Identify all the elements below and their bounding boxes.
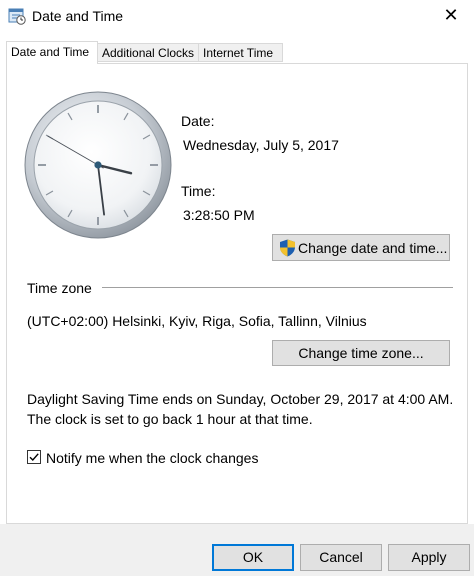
close-button[interactable]: ✕	[428, 0, 474, 32]
date-value: Wednesday, July 5, 2017	[183, 137, 339, 153]
calendar-clock-icon	[8, 7, 26, 25]
notify-checkbox[interactable]	[27, 450, 41, 464]
change-date-and-time-button[interactable]: Change date and time...	[272, 234, 450, 261]
ok-button[interactable]: OK	[212, 544, 294, 571]
date-label: Date:	[181, 113, 215, 129]
dst-notice-line-1: Daylight Saving Time ends on Sunday, Oct…	[27, 391, 454, 407]
close-icon: ✕	[443, 5, 459, 25]
time-zone-heading: Time zone	[27, 280, 92, 296]
apply-button[interactable]: Apply	[388, 544, 470, 571]
time-value: 3:28:50 PM	[183, 207, 255, 223]
dst-notice-line-2: The clock is set to go back 1 hour at th…	[27, 411, 313, 427]
time-zone-value: (UTC+02:00) Helsinki, Kyiv, Riga, Sofia,…	[27, 313, 367, 329]
time-label: Time:	[181, 183, 216, 199]
uac-shield-icon	[279, 239, 296, 257]
tab-additional-clocks[interactable]: Additional Clocks	[97, 43, 199, 62]
time-zone-divider	[102, 287, 453, 288]
tab-panel: Date: Wednesday, July 5, 2017 Time: 3:28…	[6, 63, 468, 524]
change-date-and-time-label: Change date and time...	[298, 240, 448, 256]
cancel-button[interactable]: Cancel	[300, 544, 382, 571]
notify-label[interactable]: Notify me when the clock changes	[46, 450, 258, 466]
dialog-footer: OK Cancel Apply	[0, 524, 474, 576]
title-bar: Date and Time ✕	[0, 0, 474, 32]
analog-clock	[24, 91, 172, 239]
tab-internet-time[interactable]: Internet Time	[198, 43, 283, 62]
checkmark-icon	[29, 453, 39, 462]
change-time-zone-button[interactable]: Change time zone...	[272, 340, 450, 366]
clock-center-pin	[94, 161, 102, 169]
tab-date-and-time[interactable]: Date and Time	[6, 41, 98, 64]
window-title: Date and Time	[32, 8, 124, 24]
